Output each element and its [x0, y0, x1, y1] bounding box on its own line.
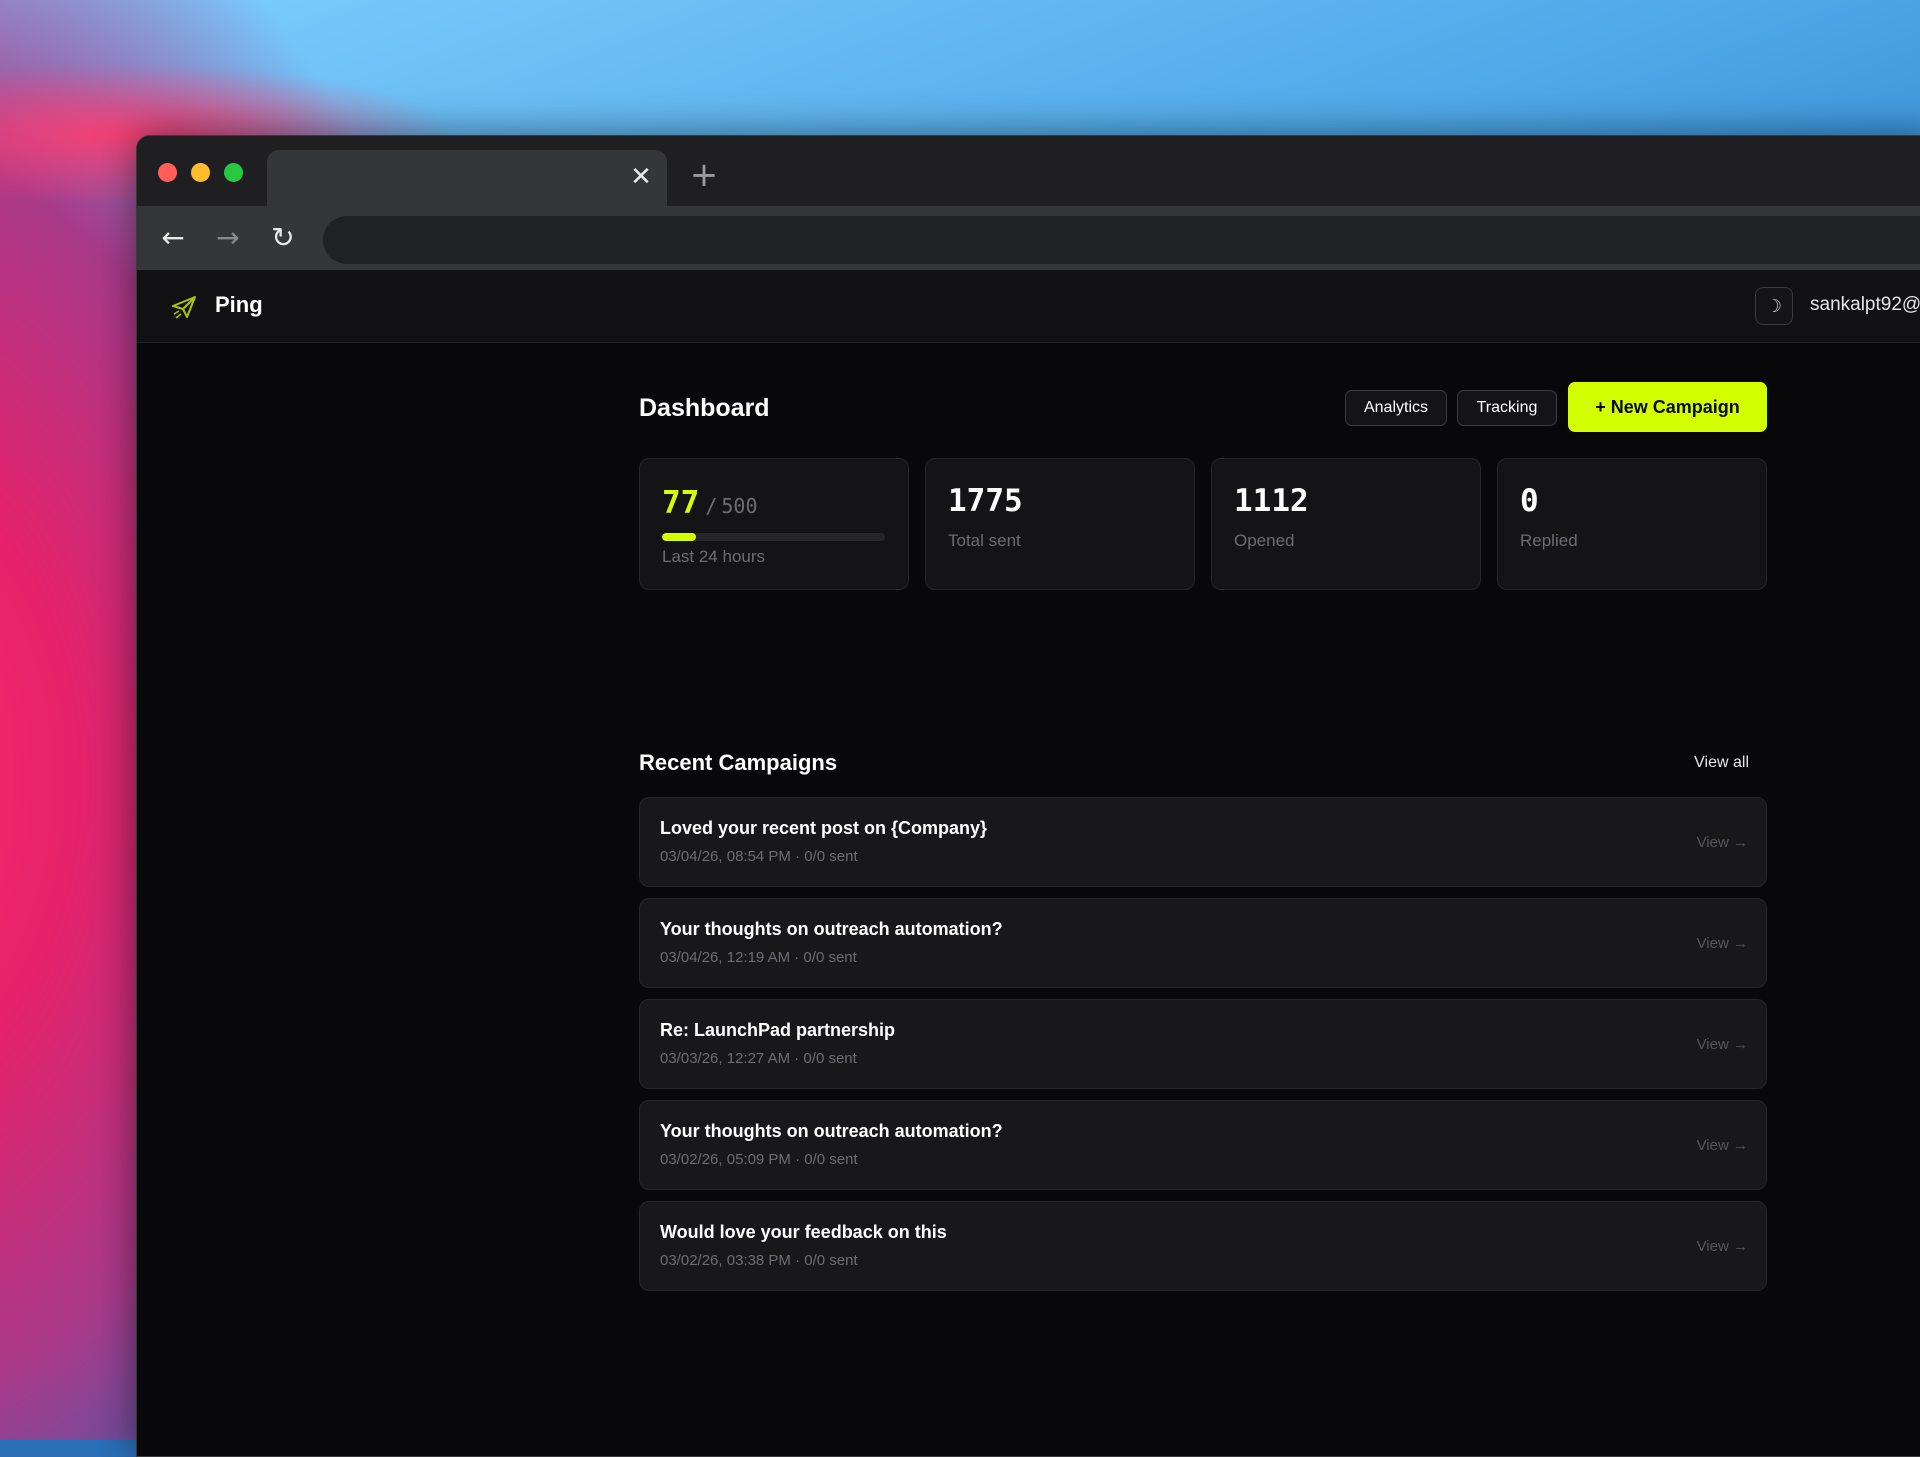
browser-toolbar: ← → ↻ — [137, 206, 1920, 270]
quota-card: 77/500 Last 24 hours — [639, 458, 909, 590]
campaign-view-link[interactable]: View → — [1697, 1036, 1748, 1053]
close-window-button[interactable] — [158, 163, 177, 182]
campaign-row[interactable]: Your thoughts on outreach automation? 03… — [639, 1100, 1767, 1190]
campaign-row[interactable]: Loved your recent post on {Company} 03/0… — [639, 797, 1767, 887]
opened-card: 1112 Opened — [1211, 458, 1481, 590]
new-campaign-button[interactable]: + New Campaign — [1568, 382, 1767, 432]
campaign-view-link[interactable]: View → — [1697, 834, 1748, 851]
total-sent-card: 1775 Total sent — [925, 458, 1195, 590]
campaign-title: Your thoughts on outreach automation? — [660, 1121, 1003, 1141]
campaign-title: Loved your recent post on {Company} — [660, 818, 988, 838]
minimize-window-button[interactable] — [191, 163, 210, 182]
campaign-meta: 03/04/26, 08:54 PM · 0/0 sent — [660, 848, 858, 865]
address-bar[interactable] — [323, 216, 1920, 264]
view-all-link[interactable]: View all — [1694, 754, 1749, 772]
page-title: Dashboard — [639, 394, 770, 422]
recent-campaigns-title: Recent Campaigns — [639, 750, 838, 775]
maximize-window-button[interactable] — [224, 163, 243, 182]
forward-arrow-icon[interactable]: → — [212, 222, 244, 254]
total-sent-value: 1775 — [948, 483, 1023, 519]
opened-label: Opened — [1234, 531, 1295, 550]
quota-progress-bar — [662, 533, 885, 541]
app-header: Ping ☽ sankalpt92@ — [137, 270, 1920, 343]
reload-icon[interactable]: ↻ — [267, 222, 299, 254]
analytics-button[interactable]: Analytics — [1345, 390, 1447, 426]
tracking-button[interactable]: Tracking — [1457, 390, 1557, 426]
campaign-meta: 03/03/26, 12:27 AM · 0/0 sent — [660, 1050, 857, 1067]
stats-row: 77/500 Last 24 hours 1775 Total sent 111… — [639, 458, 1767, 590]
paper-plane-icon — [172, 296, 196, 319]
quota-progress-fill — [662, 533, 697, 541]
quota-label: Last 24 hours — [662, 547, 766, 566]
opened-value: 1112 — [1234, 483, 1309, 519]
campaign-title: Would love your feedback on this — [660, 1222, 947, 1242]
close-tab-icon[interactable]: ✕ — [627, 163, 655, 191]
campaign-title: Your thoughts on outreach automation? — [660, 919, 1003, 939]
quota-used: 77 — [662, 485, 700, 521]
campaign-view-link[interactable]: View → — [1697, 1137, 1748, 1154]
back-arrow-icon[interactable]: ← — [157, 222, 189, 254]
replied-label: Replied — [1520, 531, 1578, 550]
browser-window: ✕ + ← → ↻ Ping ☽ sankalpt92@ Dashboard A… — [136, 135, 1920, 1457]
quota-separator: / — [705, 494, 718, 518]
campaign-row[interactable]: Would love your feedback on this 03/02/2… — [639, 1201, 1767, 1291]
replied-card: 0 Replied — [1497, 458, 1767, 590]
theme-toggle-moon-icon[interactable]: ☽ — [1755, 287, 1793, 325]
brand-name[interactable]: Ping — [215, 292, 263, 318]
campaign-view-link[interactable]: View → — [1697, 1238, 1748, 1255]
campaign-meta: 03/04/26, 12:19 AM · 0/0 sent — [660, 949, 857, 966]
campaign-title: Re: LaunchPad partnership — [660, 1020, 896, 1040]
user-email[interactable]: sankalpt92@ — [1810, 294, 1920, 316]
replied-value: 0 — [1520, 483, 1539, 519]
quota-value: 77/500 — [662, 485, 758, 521]
campaign-row[interactable]: Your thoughts on outreach automation? 03… — [639, 898, 1767, 988]
campaign-row[interactable]: Re: LaunchPad partnership 03/03/26, 12:2… — [639, 999, 1767, 1089]
tab-bar: ✕ + — [137, 136, 1920, 206]
total-sent-label: Total sent — [948, 531, 1021, 550]
new-tab-icon[interactable]: + — [687, 158, 721, 192]
quota-total: 500 — [721, 494, 758, 518]
browser-tab[interactable]: ✕ — [267, 150, 667, 206]
campaign-meta: 03/02/26, 05:09 PM · 0/0 sent — [660, 1151, 858, 1168]
campaign-meta: 03/02/26, 03:38 PM · 0/0 sent — [660, 1252, 858, 1269]
campaign-view-link[interactable]: View → — [1697, 935, 1748, 952]
